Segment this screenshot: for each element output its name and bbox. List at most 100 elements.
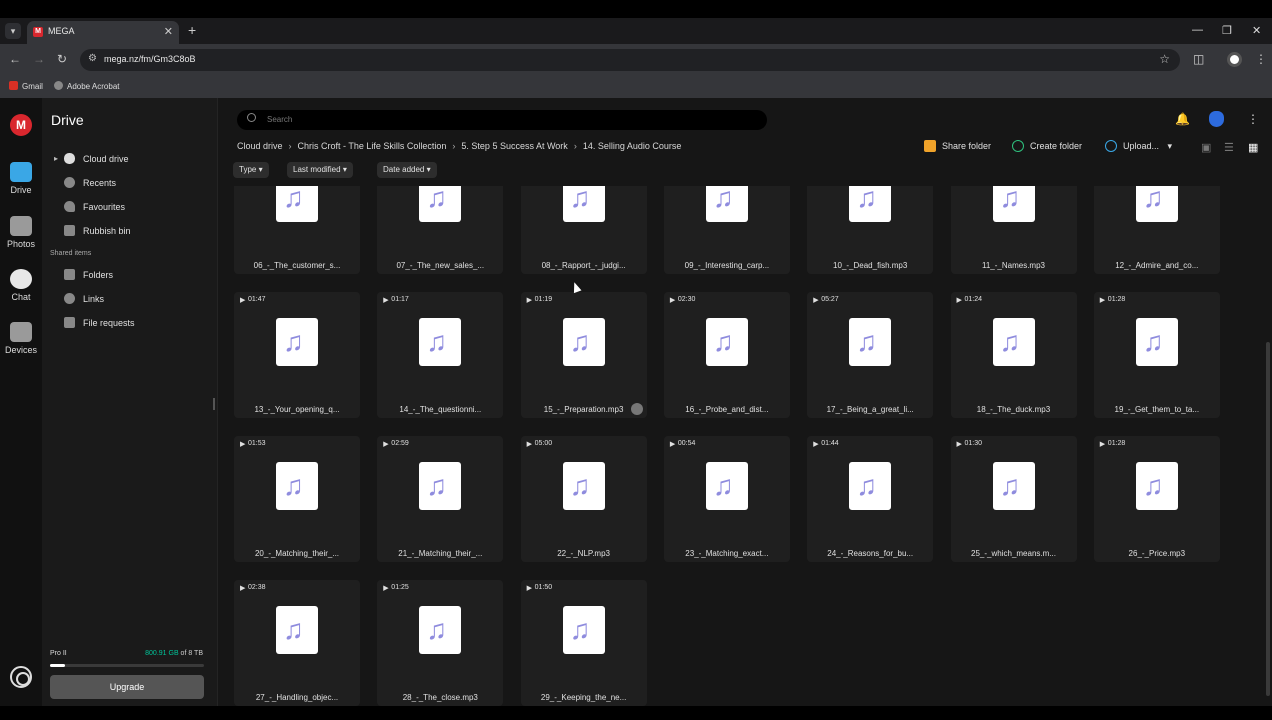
sidebar-resize-handle[interactable] xyxy=(213,398,215,410)
storage-bar xyxy=(50,664,204,667)
grid-scrollbar[interactable] xyxy=(1266,342,1270,696)
audio-file-icon xyxy=(1135,462,1178,510)
file-card[interactable]: 08_-_Rapport_-_judgi... xyxy=(520,186,647,274)
screen: ▾ M MEGA ✕ + — ❐ ✕ ← → ↻ ⚙ mega.nz/fm/Gm… xyxy=(0,0,1272,720)
audio-file-icon xyxy=(419,606,462,654)
url-text[interactable]: mega.nz/fm/Gm3C8oB xyxy=(104,54,196,64)
file-name: 17_-_Being_a_great_li... xyxy=(826,405,914,414)
minimize-icon[interactable]: — xyxy=(1192,24,1203,36)
audio-file-icon xyxy=(705,186,748,222)
audio-file-icon xyxy=(849,462,892,510)
forward-icon[interactable]: → xyxy=(33,52,45,66)
rail-item-photos[interactable]: Photos xyxy=(0,216,42,249)
sidebar-item-folders[interactable]: Folders xyxy=(64,269,113,280)
rail-item-drive[interactable]: Drive xyxy=(0,162,42,195)
file-card[interactable]: 12_-_Admire_and_co... xyxy=(1093,186,1220,274)
file-card[interactable]: ▶01:24 18_-_The_duck.mp3 xyxy=(950,292,1077,418)
sidebar-item-favourites[interactable]: Favourites xyxy=(64,201,125,212)
more-menu-icon[interactable]: ⋮ xyxy=(1247,112,1259,126)
browser-menu-icon[interactable]: ⋮ xyxy=(1255,52,1267,66)
file-card[interactable]: ▶01:44 24_-_Reasons_for_bu... xyxy=(807,436,934,562)
breadcrumb-cloud-drive[interactable]: Cloud drive xyxy=(237,141,283,151)
restore-icon[interactable]: ❐ xyxy=(1222,24,1232,37)
file-name: 10_-_Dead_fish.mp3 xyxy=(833,261,908,270)
upload-button[interactable]: Upload... ▾ xyxy=(1105,140,1172,152)
file-card[interactable]: 11_-_Names.mp3 xyxy=(950,186,1077,274)
filter-last-modified[interactable]: Last modified ▾ xyxy=(287,162,353,178)
file-name: 13_-_Your_opening_q... xyxy=(254,405,340,414)
file-card[interactable]: ▶01:17 14_-_The_questionni... xyxy=(377,292,504,418)
breadcrumb-collection[interactable]: Chris Croft - The Life Skills Collection xyxy=(298,141,447,151)
back-icon[interactable]: ← xyxy=(9,52,21,66)
grid-view-icon[interactable]: ▦ xyxy=(1248,141,1258,154)
rail-item-devices[interactable]: Devices xyxy=(0,322,42,355)
sidebar-item-recents[interactable]: Recents xyxy=(64,177,116,188)
upload-icon xyxy=(1105,140,1117,152)
sidebar-item-rubbish-bin[interactable]: Rubbish bin xyxy=(64,225,131,236)
file-card[interactable]: ▶02:38 27_-_Handling_objec... xyxy=(234,580,360,706)
file-duration: 01:44 xyxy=(821,440,839,447)
filter-type[interactable]: Type ▾ xyxy=(233,162,269,178)
more-options-icon[interactable] xyxy=(630,403,643,415)
rail-item-chat[interactable]: Chat xyxy=(0,269,42,302)
audio-file-icon xyxy=(276,186,318,222)
file-card[interactable]: ▶01:30 25_-_which_means.m... xyxy=(950,436,1077,562)
file-card[interactable]: ▶01:53 20_-_Matching_their_... xyxy=(234,436,360,562)
sidebar-item-cloud-drive[interactable]: Cloud drive xyxy=(64,153,129,164)
audio-file-icon xyxy=(419,462,462,510)
browser-tab[interactable]: M MEGA ✕ xyxy=(27,21,179,44)
file-duration: 01:47 xyxy=(248,296,266,303)
file-card[interactable]: ▶05:27 17_-_Being_a_great_li... xyxy=(807,292,934,418)
expand-caret-icon[interactable]: ▸ xyxy=(54,154,58,163)
search-input[interactable]: Search xyxy=(237,110,767,130)
upgrade-button[interactable]: Upgrade xyxy=(50,675,204,699)
tab-search-button[interactable]: ▾ xyxy=(5,23,21,39)
file-card[interactable]: 07_-_The_new_sales_... xyxy=(377,186,504,274)
profile-avatar[interactable] xyxy=(1227,52,1242,67)
file-card[interactable]: ▶02:30 16_-_Probe_and_dist... xyxy=(663,292,790,418)
play-icon: ▶ xyxy=(813,297,819,304)
list-view-icon[interactable]: ☰ xyxy=(1224,141,1234,154)
file-card[interactable]: ▶01:28 26_-_Price.mp3 xyxy=(1093,436,1220,562)
file-card[interactable]: ▶01:50 29_-_Keeping_the_ne... xyxy=(520,580,647,706)
storage-used-value: 800.91 GB xyxy=(145,650,179,657)
bookmark-gmail[interactable]: Gmail xyxy=(9,81,43,91)
play-icon: ▶ xyxy=(240,441,246,448)
search-icon xyxy=(247,113,256,122)
bookmark-adobe-acrobat[interactable]: Adobe Acrobat xyxy=(54,81,119,91)
file-card[interactable]: 10_-_Dead_fish.mp3 xyxy=(807,186,934,274)
file-card[interactable]: ▶01:25 28_-_The_close.mp3 xyxy=(377,580,504,706)
play-icon: ▶ xyxy=(383,585,389,592)
address-bar[interactable]: ⚙ mega.nz/fm/Gm3C8oB ☆ xyxy=(80,49,1180,71)
close-window-icon[interactable]: ✕ xyxy=(1252,24,1261,37)
new-tab-button[interactable]: + xyxy=(188,23,196,37)
file-card[interactable]: ▶00:54 23_-_Matching_exact... xyxy=(663,436,790,562)
file-card[interactable]: ▶05:00 22_-_NLP.mp3 xyxy=(520,436,647,562)
gallery-view-icon[interactable]: ▣ xyxy=(1201,141,1211,154)
file-card[interactable]: ▶01:19 15_-_Preparation.mp3 xyxy=(520,292,647,418)
filter-date-added[interactable]: Date added ▾ xyxy=(377,162,437,178)
notifications-bell-icon[interactable]: 🔔 xyxy=(1175,112,1190,126)
sidebar-item-file-requests[interactable]: File requests xyxy=(64,317,135,328)
close-tab-icon[interactable]: ✕ xyxy=(164,25,173,38)
file-card[interactable]: ▶01:47 13_-_Your_opening_q... xyxy=(234,292,360,418)
file-card[interactable]: 06_-_The_customer_s... xyxy=(234,186,360,274)
breadcrumb-step-5[interactable]: 5. Step 5 Success At Work xyxy=(461,141,567,151)
create-folder-button[interactable]: Create folder xyxy=(1012,140,1082,152)
site-settings-icon[interactable]: ⚙ xyxy=(88,53,97,64)
file-card[interactable]: 09_-_Interesting_carp... xyxy=(663,186,790,274)
reload-icon[interactable]: ↻ xyxy=(57,52,67,66)
vpn-shield-icon[interactable] xyxy=(1209,111,1224,127)
mega-logo[interactable]: M xyxy=(10,114,32,136)
clock-icon xyxy=(64,177,75,188)
share-folder-button[interactable]: Share folder xyxy=(924,140,991,152)
audio-file-icon xyxy=(849,186,892,222)
file-card[interactable]: ▶02:59 21_-_Matching_their_... xyxy=(377,436,504,562)
file-card[interactable]: ▶01:28 19_-_Get_them_to_ta... xyxy=(1093,292,1220,418)
file-duration: 01:24 xyxy=(964,296,983,303)
audio-file-icon xyxy=(562,186,605,222)
extensions-icon[interactable]: ◫ xyxy=(1193,52,1204,66)
sidebar-item-links[interactable]: Links xyxy=(64,293,104,304)
transfers-icon[interactable] xyxy=(10,666,32,688)
bookmark-star-icon[interactable]: ☆ xyxy=(1159,52,1170,66)
